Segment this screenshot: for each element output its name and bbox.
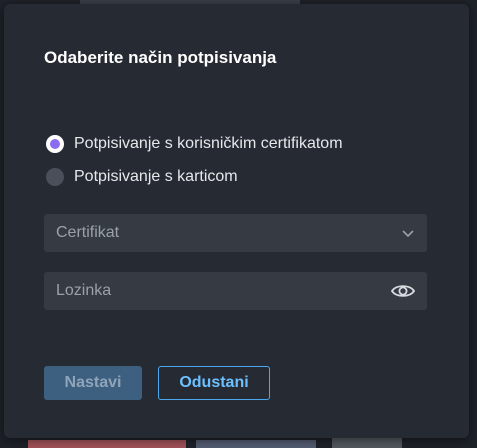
signing-method-dialog: Odaberite način potpisivanja Potpisivanj… (4, 4, 469, 438)
password-placeholder: Lozinka (56, 282, 112, 299)
background-tab (196, 440, 316, 448)
certificate-select[interactable]: Certifikat (44, 214, 427, 252)
chevron-down-icon (402, 230, 414, 238)
radio-checked-icon[interactable] (46, 135, 64, 153)
option-card[interactable]: Potpisivanje s karticom (46, 168, 238, 186)
certificate-placeholder: Certifikat (56, 224, 120, 241)
radio-unchecked-icon[interactable] (46, 168, 64, 186)
option-user-certificate[interactable]: Potpisivanje s korisničkim certifikatom (46, 135, 343, 153)
continue-button[interactable]: Nastavi (44, 366, 142, 400)
background-tab (28, 440, 186, 448)
option-label: Potpisivanje s karticom (74, 168, 238, 185)
option-label: Potpisivanje s korisničkim certifikatom (74, 135, 343, 152)
eye-icon[interactable] (391, 283, 415, 299)
password-input[interactable]: Lozinka (44, 272, 427, 310)
dialog-title: Odaberite način potpisivanja (44, 48, 277, 67)
background-tab (332, 438, 402, 448)
cancel-button[interactable]: Odustani (158, 366, 270, 400)
